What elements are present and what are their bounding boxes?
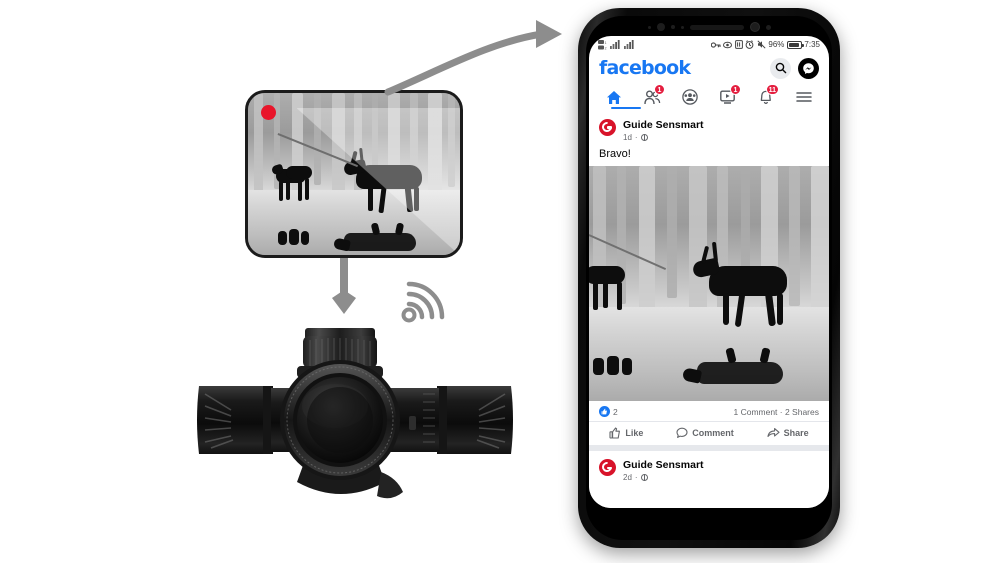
wifi-icon [401, 281, 445, 323]
thermal-preview-display [245, 90, 463, 258]
post-author-block: Guide Sensmart 2d · [623, 459, 704, 482]
battery-percent: 96% [768, 40, 785, 49]
notifications-badge: 11 [765, 84, 779, 95]
stream-arrow [384, 20, 562, 96]
facebook-nav-tabs: 1 1 11 [589, 83, 829, 112]
phone-top-sensors [586, 16, 832, 38]
reaction-summary[interactable]: 2 [599, 406, 618, 418]
post-text: Bravo! [599, 148, 631, 161]
news-feed[interactable]: Guide Sensmart 1d · Bravo! 2 1 Comment ·… [589, 111, 829, 508]
comment-button[interactable]: Comment [676, 427, 734, 439]
groups-icon [682, 89, 698, 105]
like-label: Like [625, 428, 644, 439]
post-author-block: Guide Sensmart 1d · [623, 119, 704, 142]
smartphone: 1 2 96% 7:35 facebook 1 1 11 Guide Sensm… [578, 8, 840, 548]
sim-signal-icon: 1 2 [598, 39, 607, 50]
tab-friends[interactable]: 1 [639, 84, 665, 108]
post-actions: Like Comment Share [589, 421, 829, 445]
post-2: Guide Sensmart 2d · [589, 451, 829, 484]
phone-screen: 1 2 96% 7:35 facebook 1 1 11 Guide Sensm… [589, 36, 829, 508]
tab-menu[interactable] [791, 86, 817, 108]
comments-shares-count[interactable]: 1 Comment · 2 Shares [733, 407, 819, 417]
status-bar: 1 2 96% 7:35 [589, 36, 829, 53]
watch-badge: 1 [730, 84, 741, 95]
comment-bubble-icon [676, 427, 688, 439]
alarm-icon [746, 40, 754, 49]
home-icon [607, 90, 621, 104]
post-1: Guide Sensmart 1d · Bravo! 2 1 Comment ·… [589, 111, 829, 445]
tab-watch[interactable]: 1 [715, 84, 741, 108]
post-media[interactable] [589, 166, 829, 402]
tab-notifications[interactable]: 11 [753, 84, 779, 108]
post-header: Guide Sensmart 2d · [589, 451, 829, 484]
deer-silhouette [709, 266, 787, 297]
earpiece-speaker [689, 24, 744, 30]
front-camera-icon [656, 23, 665, 31]
status-right-icons: 96% 7:35 [710, 40, 820, 49]
eye-icon [723, 41, 733, 48]
sensor-dot-icon [680, 25, 684, 29]
like-button[interactable]: Like [609, 427, 643, 439]
sensor-dot-icon [647, 25, 651, 29]
thumbs-up-icon [599, 406, 610, 418]
device-arrow [332, 258, 356, 314]
post-author[interactable]: Guide Sensmart [623, 459, 704, 472]
signal-bars-icon [610, 40, 620, 49]
facebook-header: facebook [589, 53, 829, 83]
avatar[interactable] [599, 119, 616, 136]
status-left-icons: 1 2 [598, 39, 635, 50]
phone-bezel: 1 2 96% 7:35 facebook 1 1 11 Guide Sensm… [586, 16, 832, 540]
tab-home[interactable] [601, 86, 641, 109]
post-header: Guide Sensmart 1d · [589, 111, 829, 144]
svg-text:1: 1 [605, 41, 607, 45]
share-arrow-icon [767, 428, 780, 438]
thermal-image [589, 166, 829, 402]
hamburger-icon [796, 92, 812, 102]
thermal-riflescope [197, 328, 513, 499]
mute-icon [757, 40, 766, 49]
messenger-icon[interactable] [798, 57, 819, 79]
header-actions [770, 57, 819, 79]
post-stats: 2 1 Comment · 2 Shares [589, 401, 829, 421]
post-author[interactable]: Guide Sensmart [623, 119, 704, 132]
boar-silhouette [344, 233, 416, 251]
sensor-dot-icon [765, 24, 771, 30]
thermal-image [248, 93, 460, 255]
comment-label: Comment [692, 428, 734, 439]
iris-scanner-icon [749, 22, 760, 32]
nfc-icon [735, 40, 743, 49]
post-timestamp: 1d [623, 133, 632, 143]
thermal-display-frame [245, 90, 463, 258]
post-meta: 1d · [623, 133, 704, 142]
tab-groups[interactable] [677, 86, 703, 108]
signal-bars-icon [624, 40, 634, 49]
friends-badge: 1 [654, 84, 665, 95]
thumbs-up-icon [609, 427, 621, 439]
globe-icon [640, 134, 648, 142]
boar-silhouette [697, 362, 783, 385]
battery-icon [786, 40, 804, 49]
post-meta: 2d · [623, 473, 704, 482]
scene-canvas: 1 2 96% 7:35 facebook 1 1 11 Guide Sensm… [0, 0, 1000, 563]
active-tab-indicator [611, 106, 641, 109]
reaction-count: 2 [613, 406, 618, 417]
key-icon [710, 41, 721, 48]
status-time: 7:35 [804, 40, 820, 49]
facebook-logo[interactable]: facebook [599, 57, 691, 79]
sensor-dot-icon [670, 25, 675, 29]
globe-icon [640, 474, 648, 482]
recording-dot [261, 105, 276, 120]
svg-text:2: 2 [605, 46, 607, 50]
search-icon[interactable] [770, 57, 791, 79]
post-timestamp: 2d [623, 473, 632, 483]
share-label: Share [783, 428, 809, 439]
avatar[interactable] [599, 459, 616, 477]
share-button[interactable]: Share [767, 427, 809, 439]
